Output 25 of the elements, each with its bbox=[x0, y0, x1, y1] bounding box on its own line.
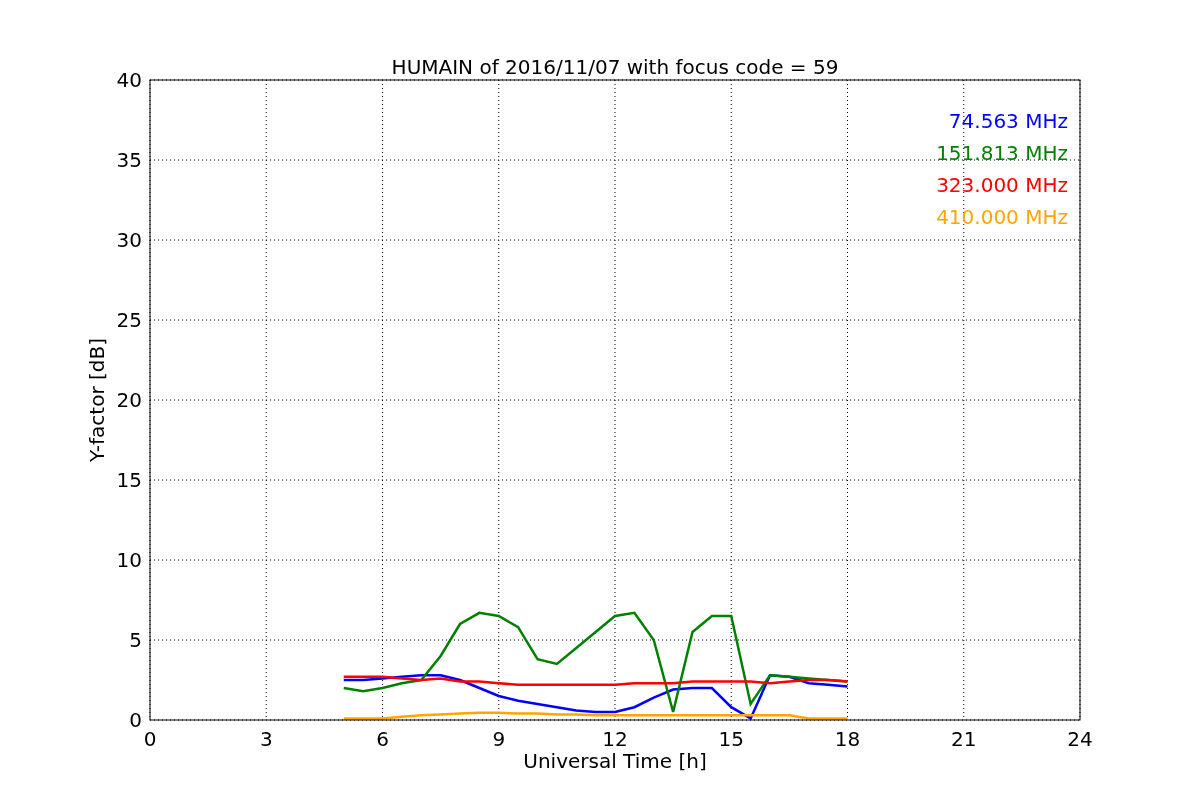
y-tick-label: 15 bbox=[116, 468, 142, 492]
y-tick-label: 25 bbox=[116, 308, 142, 332]
x-tick-label: 3 bbox=[259, 727, 273, 751]
y-tick-label: 0 bbox=[129, 708, 142, 732]
legend-label: 410.000 MHz bbox=[936, 205, 1068, 229]
chart-title: HUMAIN of 2016/11/07 with focus code = 59 bbox=[391, 55, 839, 79]
y-tick-label: 40 bbox=[116, 68, 142, 92]
y-tick-label: 10 bbox=[116, 548, 142, 572]
x-tick-label: 9 bbox=[492, 727, 506, 751]
y-tick-label: 5 bbox=[129, 628, 142, 652]
x-tick-label: 24 bbox=[1067, 727, 1093, 751]
legend-label: 151.813 MHz bbox=[936, 141, 1068, 165]
y-axis-label: Y-factor [dB] bbox=[85, 338, 109, 462]
x-tick-label: 18 bbox=[834, 727, 861, 751]
x-axis-label: Universal Time [h] bbox=[523, 749, 707, 773]
x-tick-label: 0 bbox=[143, 727, 157, 751]
legend-label: 74.563 MHz bbox=[948, 109, 1068, 133]
x-tick-label: 12 bbox=[602, 727, 628, 751]
y-tick-label: 30 bbox=[116, 228, 142, 252]
x-tick-label: 15 bbox=[718, 727, 744, 751]
x-tick-label: 21 bbox=[951, 727, 977, 751]
y-tick-label: 20 bbox=[116, 388, 142, 412]
y-tick-label: 35 bbox=[116, 148, 142, 172]
legend-label: 323.000 MHz bbox=[936, 173, 1068, 197]
x-tick-label: 6 bbox=[376, 727, 389, 751]
